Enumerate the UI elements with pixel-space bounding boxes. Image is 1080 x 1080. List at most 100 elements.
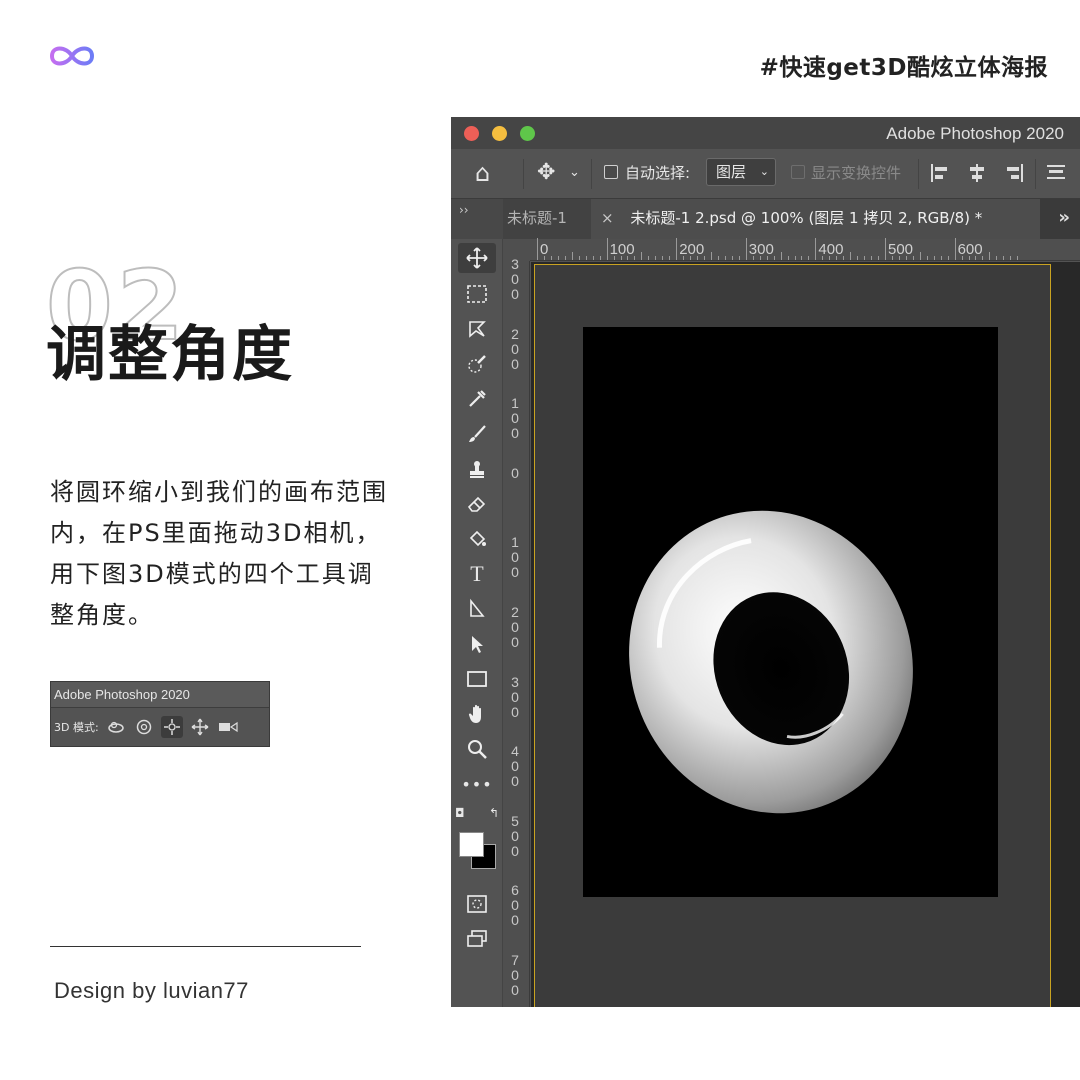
ruler-minor-tick xyxy=(697,256,699,260)
mini-window-title: Adobe Photoshop 2020 xyxy=(51,682,269,708)
horizontal-ruler[interactable]: 0 100 200 300 400 500 600 xyxy=(530,238,1080,261)
tab-label: 未标题-1 2.psd @ 100% (图层 1 拷贝 2, RGB/8) * xyxy=(630,209,983,227)
mini-3d-mode-label: 3D 模式: xyxy=(54,721,99,734)
lasso-icon[interactable] xyxy=(458,314,496,344)
zoom-icon[interactable] xyxy=(458,734,496,764)
ruler-minor-tick xyxy=(717,256,719,260)
paint-bucket-icon[interactable] xyxy=(458,524,496,554)
tools-panel: T ••• ◘ ↰ xyxy=(451,239,503,1007)
auto-select-label: 自动选择: xyxy=(625,164,691,182)
ruler-minor-tick xyxy=(1010,256,1012,260)
ruler-minor-tick xyxy=(864,256,866,260)
more-tools-icon[interactable]: ••• xyxy=(458,769,496,799)
step-title: 调整角度 xyxy=(46,320,294,390)
move-icon[interactable] xyxy=(458,243,496,273)
align-center-icon[interactable] xyxy=(966,162,988,184)
ruler-minor-tick xyxy=(843,256,845,260)
stamp-icon[interactable] xyxy=(458,454,496,484)
ruler-major-tick xyxy=(676,238,678,260)
marquee-icon[interactable] xyxy=(458,279,496,309)
direct-select-icon[interactable] xyxy=(458,629,496,659)
window-titlebar: Adobe Photoshop 2020 xyxy=(451,117,1080,149)
ruler-minor-tick xyxy=(947,256,949,260)
brush-icon[interactable] xyxy=(458,419,496,449)
slide-3d-icon[interactable] xyxy=(189,716,211,738)
chevron-down-icon[interactable]: ⌄ xyxy=(569,165,580,180)
options-bar: ⌂ ✥ ⌄ 自动选择: 图层 ⌄ 显示变换控件 xyxy=(451,149,1080,199)
mini-3d-mode-panel: Adobe Photoshop 2020 3D 模式: xyxy=(50,681,270,747)
more-tabs-icon[interactable]: » xyxy=(1058,207,1070,228)
vertical-ruler[interactable]: 300 200 100 0 100 200 300 400 500 600 700 xyxy=(503,257,530,1007)
foreground-color-swatch[interactable] xyxy=(459,832,484,857)
ruler-minor-tick xyxy=(599,256,601,260)
ruler-minor-tick xyxy=(578,256,580,260)
ruler-minor-tick xyxy=(836,256,838,260)
rotate-3d-icon[interactable] xyxy=(105,716,127,738)
ruler-minor-tick xyxy=(850,252,852,260)
ruler-minor-tick xyxy=(933,256,935,260)
ruler-minor-tick xyxy=(543,256,545,260)
ruler-minor-tick xyxy=(975,256,977,260)
ruler-minor-tick xyxy=(787,256,789,260)
hashtag-title: #快速get3D酷炫立体海报 xyxy=(759,55,1048,81)
ruler-minor-tick xyxy=(634,256,636,260)
document-canvas[interactable] xyxy=(534,264,1051,1007)
toolbar-collapse-toggle[interactable]: ›› xyxy=(451,199,503,239)
align-left-icon[interactable] xyxy=(929,162,951,184)
auto-select-target-value: 图层 xyxy=(716,163,747,181)
ruler-minor-tick xyxy=(585,256,587,260)
options-separator xyxy=(1035,159,1036,189)
tab-untitled-1-copy[interactable]: × 未标题-1 2.psd @ 100% (图层 1 拷贝 2, RGB/8) … xyxy=(591,199,1040,239)
eraser-icon[interactable] xyxy=(458,489,496,519)
auto-select-checkbox[interactable] xyxy=(604,165,618,179)
screen-mode-icon[interactable] xyxy=(458,924,496,954)
hand-icon[interactable] xyxy=(458,699,496,729)
pan-3d-icon[interactable] xyxy=(160,716,183,738)
ruler-minor-tick xyxy=(641,252,643,260)
path-select-icon[interactable] xyxy=(458,594,496,624)
ruler-minor-tick xyxy=(919,252,921,260)
ruler-v-label: 400 xyxy=(511,743,519,790)
ruler-minor-tick xyxy=(940,256,942,260)
canvas-area[interactable] xyxy=(531,262,1080,1007)
rectangle-icon[interactable] xyxy=(458,664,496,694)
type-icon[interactable]: T xyxy=(458,559,496,589)
quick-mask-icon[interactable] xyxy=(458,889,496,919)
ruler-minor-tick xyxy=(690,256,692,260)
align-right-icon[interactable] xyxy=(1003,162,1025,184)
ruler-minor-tick xyxy=(808,256,810,260)
roll-3d-icon[interactable] xyxy=(133,716,155,738)
ruler-minor-tick xyxy=(613,256,615,260)
align-top-icon[interactable] xyxy=(1045,162,1067,184)
ruler-major-tick xyxy=(954,238,956,260)
ruler-minor-tick xyxy=(620,256,622,260)
infinity-logo-icon xyxy=(49,46,95,66)
close-window-button[interactable] xyxy=(464,126,479,141)
eyedropper-icon[interactable] xyxy=(458,384,496,414)
zoom-window-button[interactable] xyxy=(520,126,535,141)
swap-colors-icon[interactable]: ◘ ↰ xyxy=(455,802,499,824)
scale-3d-icon[interactable] xyxy=(217,716,239,738)
ruler-v-label: 200 xyxy=(511,604,519,650)
ruler-v-label: 300 xyxy=(511,673,519,720)
ruler-minor-tick xyxy=(968,256,970,260)
ruler-minor-tick xyxy=(898,256,900,260)
minimize-window-button[interactable] xyxy=(492,126,507,141)
ruler-v-label: 500 xyxy=(511,812,519,859)
tab-untitled-1[interactable]: 未标题-1 xyxy=(503,199,591,239)
quick-select-icon[interactable] xyxy=(458,349,496,379)
torus-3d-object[interactable] xyxy=(583,327,998,897)
ruler-minor-tick xyxy=(982,256,984,260)
auto-select-target-select[interactable]: 图层 ⌄ xyxy=(706,158,776,186)
close-tab-icon[interactable]: × xyxy=(601,209,614,227)
home-icon[interactable]: ⌂ xyxy=(475,159,490,187)
ruler-v-label: 0 xyxy=(511,464,519,481)
options-separator xyxy=(918,159,919,189)
move-tool-icon[interactable]: ✥ xyxy=(537,160,555,185)
ruler-minor-tick xyxy=(704,256,706,260)
designer-credit: Design by luvian77 xyxy=(54,978,249,1003)
ruler-minor-tick xyxy=(773,256,775,260)
ruler-minor-tick xyxy=(857,256,859,260)
options-separator xyxy=(523,159,524,189)
show-transform-checkbox[interactable] xyxy=(791,165,805,179)
